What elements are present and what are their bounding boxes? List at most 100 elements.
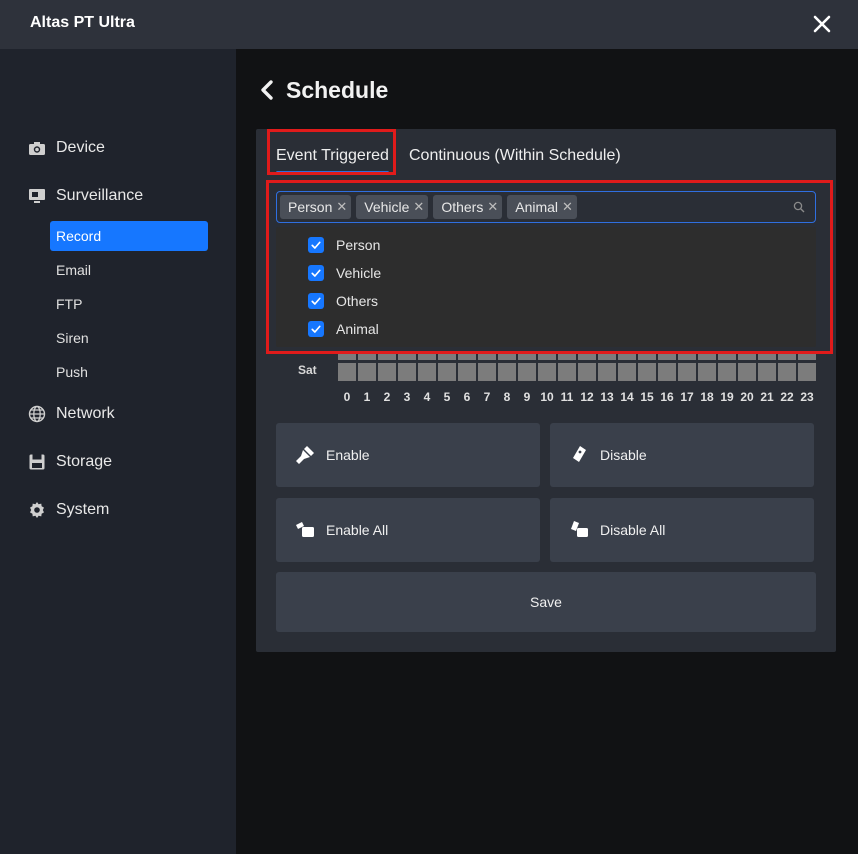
- schedule-cell[interactable]: [758, 353, 776, 360]
- schedule-cell-sat[interactable]: [758, 363, 776, 381]
- schedule-cell[interactable]: [638, 353, 656, 360]
- schedule-cell[interactable]: [778, 353, 796, 360]
- sidebar-item-label: Device: [56, 139, 105, 156]
- schedule-cell[interactable]: [398, 353, 416, 360]
- schedule-cell-sat[interactable]: [638, 363, 656, 381]
- schedule-cell-sat[interactable]: [498, 363, 516, 381]
- schedule-cell[interactable]: [438, 353, 456, 360]
- schedule-cell[interactable]: [738, 353, 756, 360]
- schedule-cell-sat[interactable]: [698, 363, 716, 381]
- chevron-left-icon[interactable]: [258, 79, 276, 101]
- schedule-cell[interactable]: [338, 353, 356, 360]
- schedule-cell[interactable]: [478, 353, 496, 360]
- hour-label: 20: [740, 390, 754, 404]
- schedule-cell-sat[interactable]: [418, 363, 436, 381]
- disable-button[interactable]: Disable: [550, 423, 814, 487]
- schedule-cell[interactable]: [658, 353, 676, 360]
- schedule-cell-sat[interactable]: [538, 363, 556, 381]
- highlight-box-select: [266, 180, 833, 354]
- hour-label: 18: [700, 390, 714, 404]
- schedule-cell-sat[interactable]: [778, 363, 796, 381]
- hour-label: 9: [523, 390, 531, 404]
- schedule-cell[interactable]: [618, 353, 636, 360]
- schedule-cell-sat[interactable]: [618, 363, 636, 381]
- sidebar-subitem-siren[interactable]: Siren: [50, 323, 208, 353]
- enable-all-button[interactable]: Enable All: [276, 498, 540, 562]
- button-label: Enable All: [326, 522, 389, 538]
- brush-all-icon: [296, 522, 314, 537]
- schedule-cell[interactable]: [558, 353, 576, 360]
- schedule-cell[interactable]: [538, 353, 556, 360]
- hour-label: 11: [560, 390, 574, 404]
- hour-label: 3: [403, 390, 411, 404]
- schedule-cell-sat[interactable]: [478, 363, 496, 381]
- schedule-cell-sat[interactable]: [598, 363, 616, 381]
- schedule-cell-sat[interactable]: [518, 363, 536, 381]
- schedule-cell-sat[interactable]: [738, 363, 756, 381]
- schedule-cell[interactable]: [598, 353, 616, 360]
- brush-icon: [296, 446, 314, 464]
- schedule-cell-sat[interactable]: [678, 363, 696, 381]
- eraser-all-icon: [571, 521, 588, 537]
- sidebar-subitem-record[interactable]: Record: [50, 221, 208, 251]
- schedule-cell-sat[interactable]: [658, 363, 676, 381]
- day-label-sat: Sat: [298, 363, 317, 377]
- schedule-cell[interactable]: [378, 353, 396, 360]
- sidebar: Device Surveillance Record Email FTP Sir…: [0, 49, 236, 854]
- schedule-cell-sat[interactable]: [378, 363, 396, 381]
- schedule-cell-sat[interactable]: [438, 363, 456, 381]
- hour-label: 16: [660, 390, 674, 404]
- button-label: Disable: [600, 447, 647, 463]
- sidebar-item-network[interactable]: Network: [28, 402, 115, 426]
- schedule-cell[interactable]: [418, 353, 436, 360]
- title-bar: Altas PT Ultra: [0, 0, 858, 49]
- schedule-cell-sat[interactable]: [718, 363, 736, 381]
- schedule-cell[interactable]: [678, 353, 696, 360]
- sidebar-subitem-email[interactable]: Email: [50, 255, 208, 285]
- sidebar-item-system[interactable]: System: [28, 498, 109, 522]
- schedule-cell[interactable]: [718, 353, 736, 360]
- page-header: Schedule: [258, 75, 388, 105]
- globe-icon: [28, 405, 46, 423]
- schedule-cell-sat[interactable]: [558, 363, 576, 381]
- schedule-cell[interactable]: [518, 353, 536, 360]
- schedule-cell-sat[interactable]: [458, 363, 476, 381]
- sidebar-subitem-ftp[interactable]: FTP: [50, 289, 208, 319]
- schedule-cell-sat[interactable]: [798, 363, 816, 381]
- schedule-cell-sat[interactable]: [338, 363, 356, 381]
- hour-label: 1: [363, 390, 371, 404]
- schedule-cell[interactable]: [358, 353, 376, 360]
- hour-label: 15: [640, 390, 654, 404]
- hour-label: 19: [720, 390, 734, 404]
- schedule-cell-sat[interactable]: [358, 363, 376, 381]
- sidebar-item-label: Surveillance: [56, 187, 144, 204]
- hour-label: 4: [423, 390, 431, 404]
- enable-button[interactable]: Enable: [276, 423, 540, 487]
- tab-continuous[interactable]: Continuous (Within Schedule): [409, 147, 621, 165]
- disable-all-button[interactable]: Disable All: [550, 498, 814, 562]
- sidebar-item-device[interactable]: Device: [28, 136, 105, 160]
- sidebar-item-surveillance[interactable]: Surveillance: [28, 184, 143, 208]
- sidebar-item-label: Network: [56, 405, 115, 422]
- schedule-cell[interactable]: [578, 353, 596, 360]
- hour-label: 6: [463, 390, 471, 404]
- schedule-cell[interactable]: [498, 353, 516, 360]
- close-icon: [813, 15, 831, 33]
- save-button[interactable]: Save: [276, 572, 816, 632]
- hour-label: 10: [540, 390, 554, 404]
- hour-label: 23: [800, 390, 814, 404]
- sidebar-subitem-push[interactable]: Push: [50, 357, 208, 387]
- camera-icon: [29, 142, 45, 155]
- schedule-cell-sat[interactable]: [578, 363, 596, 381]
- highlight-box-tab: [267, 129, 396, 175]
- schedule-cell-sat[interactable]: [398, 363, 416, 381]
- app-title: Altas PT Ultra: [30, 14, 135, 31]
- close-button[interactable]: [808, 10, 836, 38]
- schedule-cell[interactable]: [458, 353, 476, 360]
- hour-label: 12: [580, 390, 594, 404]
- eraser-icon: [573, 446, 586, 462]
- schedule-cell[interactable]: [798, 353, 816, 360]
- button-label: Disable All: [600, 522, 666, 538]
- schedule-cell[interactable]: [698, 353, 716, 360]
- sidebar-item-storage[interactable]: Storage: [28, 450, 112, 474]
